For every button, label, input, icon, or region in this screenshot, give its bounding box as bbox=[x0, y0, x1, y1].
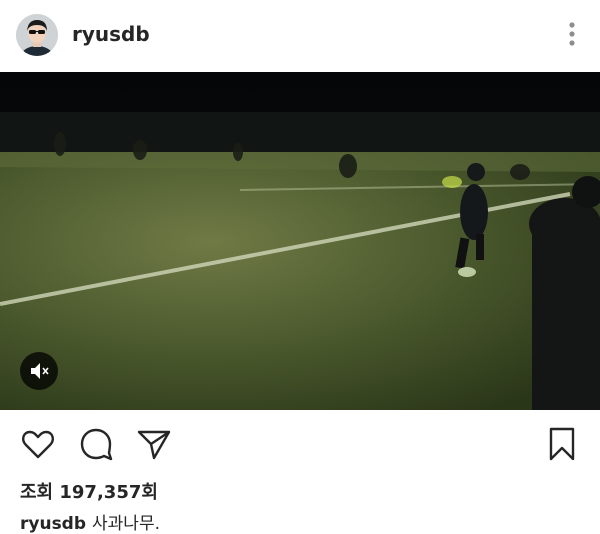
post-header: ryusdb bbox=[0, 0, 600, 72]
post-actions-bar bbox=[0, 420, 600, 466]
vertical-ellipsis-icon[interactable] bbox=[560, 20, 584, 50]
post-username[interactable]: ryusdb bbox=[72, 22, 150, 46]
avatar[interactable] bbox=[16, 14, 58, 56]
caption-text: 사과나무. bbox=[92, 514, 160, 534]
heart-icon[interactable] bbox=[20, 426, 56, 462]
avatar-image bbox=[16, 14, 58, 56]
paper-plane-icon[interactable] bbox=[136, 426, 172, 462]
view-count[interactable]: 조회 197,357회 bbox=[20, 478, 158, 504]
comment-bubble-icon[interactable] bbox=[78, 426, 114, 462]
speaker-muted-icon[interactable] bbox=[20, 352, 58, 390]
bookmark-icon[interactable] bbox=[544, 426, 580, 462]
post-caption: ryusdb 사과나무. bbox=[20, 509, 160, 534]
instagram-post: ryusdb 조회 197,357회 ryusdb 사과나무. bbox=[0, 0, 600, 534]
video-player[interactable] bbox=[0, 72, 600, 410]
video-frame bbox=[0, 72, 600, 410]
caption-username[interactable]: ryusdb bbox=[20, 514, 86, 534]
